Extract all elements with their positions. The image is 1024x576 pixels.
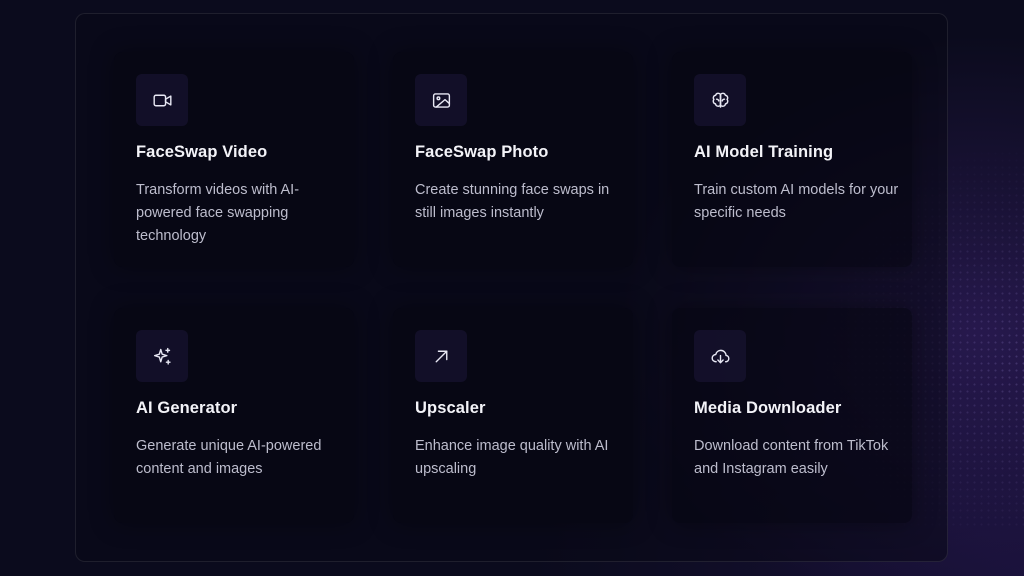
- feature-card-faceswap-photo[interactable]: FaceSwap Photo Create stunning face swap…: [393, 52, 633, 267]
- feature-description: Generate unique AI-powered content and i…: [136, 438, 322, 477]
- feature-description: Transform videos with AI-powered face sw…: [136, 182, 300, 244]
- features-panel: FaceSwap Video Transform videos with AI-…: [75, 13, 948, 562]
- feature-title: Media Downloader: [694, 399, 842, 417]
- feature-icon-box: [415, 330, 467, 382]
- image-icon: [432, 92, 450, 108]
- feature-title: FaceSwap Video: [136, 143, 268, 161]
- feature-title: AI Model Training: [694, 143, 834, 161]
- feature-card-ai-generator[interactable]: AI Generator Generate unique AI-powered …: [114, 308, 354, 523]
- feature-description: Train custom AI models for your specific…: [694, 182, 899, 221]
- feature-card-faceswap-video[interactable]: FaceSwap Video Transform videos with AI-…: [114, 52, 354, 267]
- feature-title: AI Generator: [136, 399, 238, 417]
- feature-icon-box: [136, 74, 188, 126]
- feature-card-ai-model-training[interactable]: AI Model Training Train custom AI models…: [672, 52, 912, 267]
- cloud-download-icon: [710, 349, 730, 363]
- sparkles-icon: [153, 347, 171, 365]
- arrow-up-right-icon: [435, 350, 447, 362]
- video-icon: [152, 94, 172, 106]
- feature-icon-box: [415, 74, 467, 126]
- feature-title: Upscaler: [415, 399, 486, 417]
- feature-description: Enhance image quality with AI upscaling: [415, 438, 609, 477]
- feature-description: Download content from TikTok and Instagr…: [694, 438, 889, 477]
- feature-title: FaceSwap Photo: [415, 143, 549, 161]
- feature-description: Create stunning face swaps in still imag…: [415, 182, 610, 221]
- feature-icon-box: [694, 74, 746, 126]
- feature-card-media-downloader[interactable]: Media Downloader Download content from T…: [672, 308, 912, 523]
- feature-icon-box: [694, 330, 746, 382]
- feature-icon-box: [136, 330, 188, 382]
- feature-card-upscaler[interactable]: Upscaler Enhance image quality with AI u…: [393, 308, 633, 523]
- brain-icon: [712, 92, 728, 108]
